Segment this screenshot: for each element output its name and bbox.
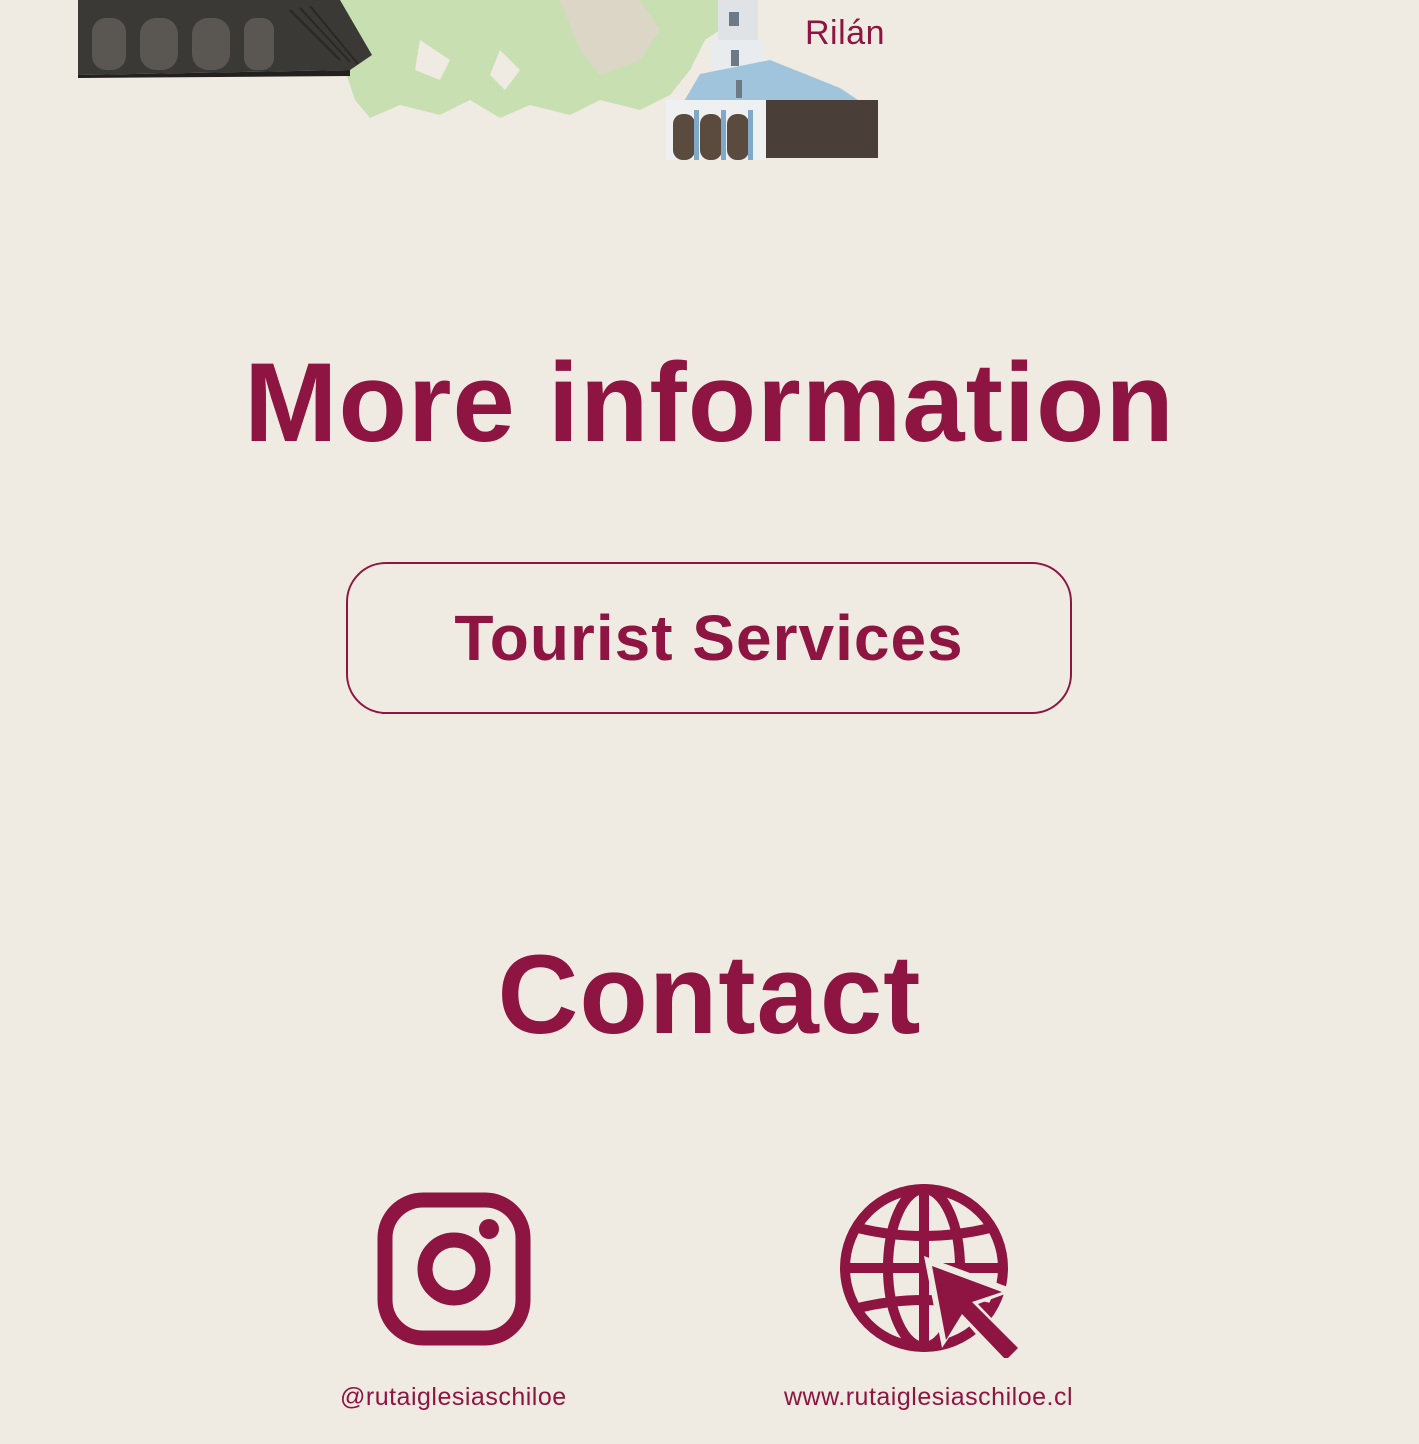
tourist-services-label: Tourist Services bbox=[454, 602, 964, 674]
instagram-link[interactable]: @rutaiglesiaschiloe bbox=[330, 1180, 580, 1420]
website-url: www.rutaiglesiaschiloe.cl bbox=[784, 1383, 1074, 1411]
wooden-church-illustration bbox=[78, 0, 372, 78]
tourist-services-button[interactable]: Tourist Services bbox=[346, 562, 1072, 714]
globe-cursor-icon bbox=[838, 1182, 1028, 1363]
more-information-heading: More information bbox=[244, 340, 1175, 465]
map-illustration bbox=[78, 0, 878, 160]
place-label: Rilán bbox=[805, 14, 885, 52]
map-section: Rilán bbox=[0, 0, 1419, 170]
instagram-handle: @rutaiglesiaschiloe bbox=[340, 1383, 567, 1411]
website-link[interactable]: www.rutaiglesiaschiloe.cl bbox=[780, 1180, 1090, 1420]
instagram-icon bbox=[377, 1192, 531, 1351]
contact-heading: Contact bbox=[497, 932, 922, 1057]
